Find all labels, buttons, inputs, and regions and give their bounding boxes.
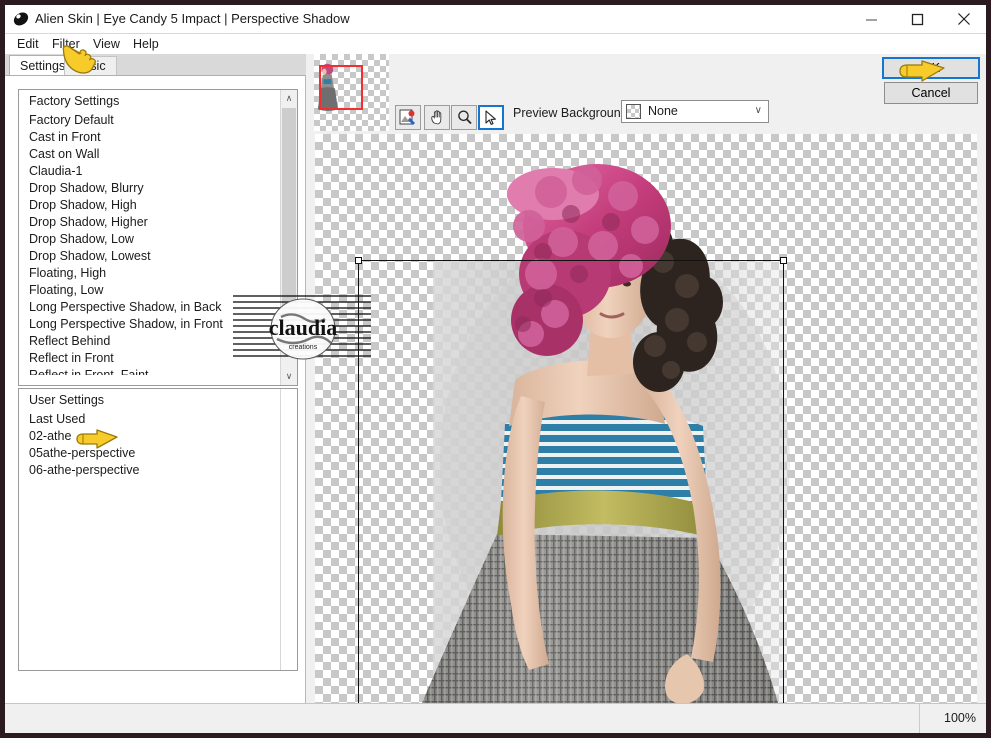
close-button[interactable]: [941, 5, 986, 33]
preview-background-value: None: [648, 104, 678, 118]
menu-item-filter[interactable]: Filter: [48, 36, 84, 52]
title-bar: Alien Skin | Eye Candy 5 Impact | Perspe…: [5, 5, 986, 34]
preview-background-swatch: [626, 104, 641, 119]
list-item[interactable]: Cast on Wall: [19, 146, 297, 163]
list-item[interactable]: Claudia-1: [19, 163, 297, 180]
thumbnail-crop-rect[interactable]: [319, 65, 363, 110]
list-item[interactable]: Last Used: [19, 411, 297, 428]
list-item[interactable]: Long Perspective Shadow, in Front: [19, 316, 297, 333]
list-item[interactable]: Reflect in Front: [19, 350, 297, 367]
factory-list-scrollbar[interactable]: ∧ ∨: [280, 90, 297, 385]
scroll-down-icon[interactable]: ∨: [281, 368, 297, 385]
list-item-selected-label[interactable]: 02-athe: [29, 429, 71, 443]
list-item[interactable]: Reflect Behind: [19, 333, 297, 350]
settings-panel: Factory Settings Factory Default Cast in…: [5, 75, 306, 703]
menu-bar: Edit Filter View Help: [5, 34, 986, 54]
application-window: Alien Skin | Eye Candy 5 Impact | Perspe…: [0, 0, 991, 738]
list-item[interactable]: Floating, Low: [19, 282, 297, 299]
minimize-button[interactable]: [849, 5, 894, 33]
list-item[interactable]: Drop Shadow, High: [19, 197, 297, 214]
menu-item-view[interactable]: View: [89, 36, 124, 52]
arrow-select-icon[interactable]: [478, 105, 504, 130]
hand-pan-icon[interactable]: [424, 105, 450, 130]
tab-strip: Settings Basic: [5, 54, 305, 76]
list-item[interactable]: Drop Shadow, Lowest: [19, 248, 297, 265]
ok-button[interactable]: OK: [882, 57, 980, 79]
window-title: Alien Skin | Eye Candy 5 Impact | Perspe…: [35, 11, 350, 26]
scroll-up-icon[interactable]: ∧: [281, 90, 297, 107]
preview-background-select[interactable]: None ∨: [621, 100, 769, 123]
list-item[interactable]: Cast in Front: [19, 129, 297, 146]
chevron-down-icon[interactable]: ∨: [755, 105, 762, 116]
factory-settings-list[interactable]: Factory Settings Factory Default Cast in…: [18, 89, 298, 386]
list-item[interactable]: Drop Shadow, Blurry: [19, 180, 297, 197]
list-item[interactable]: Long Perspective Shadow, in Back: [19, 299, 297, 316]
maximize-button[interactable]: [895, 5, 940, 33]
magnifier-zoom-icon[interactable]: [451, 105, 477, 130]
user-settings-list[interactable]: User Settings Last Used 02-athe 05athe-p…: [18, 388, 298, 671]
list-item[interactable]: Factory Default: [19, 112, 297, 129]
list-item[interactable]: Reflect in Front, Faint: [19, 367, 297, 375]
tab-basic[interactable]: Basic: [64, 56, 117, 76]
preview-canvas[interactable]: [315, 134, 977, 708]
status-separator: [919, 704, 920, 733]
alienskin-logo-icon: [13, 12, 29, 26]
list-item[interactable]: Floating, High: [19, 265, 297, 282]
user-settings-header: User Settings: [29, 393, 105, 407]
preview-panel: Preview Background: None ∨ OK Cancel: [306, 54, 986, 708]
preview-background-label: Preview Background:: [513, 106, 632, 120]
zoom-level: 100%: [944, 711, 976, 725]
list-item[interactable]: 02-athe: [19, 428, 297, 445]
factory-settings-header: Factory Settings: [29, 94, 120, 108]
scrollbar-thumb[interactable]: [282, 108, 296, 326]
image-thumbnail-navigator[interactable]: [314, 54, 389, 131]
list-item[interactable]: Drop Shadow, Higher: [19, 214, 297, 231]
preview-image: [419, 164, 790, 708]
status-bar: 100%: [5, 703, 986, 733]
list-item[interactable]: Drop Shadow, Low: [19, 231, 297, 248]
user-list-scrollbar[interactable]: [280, 389, 297, 670]
menu-item-help[interactable]: Help: [129, 36, 163, 52]
eyedropper-image-icon[interactable]: [395, 105, 421, 130]
list-item[interactable]: 05athe-perspective: [19, 445, 297, 462]
menu-item-edit[interactable]: Edit: [13, 36, 43, 52]
list-item[interactable]: 06-athe-perspective: [19, 462, 297, 479]
cancel-button[interactable]: Cancel: [884, 82, 978, 104]
